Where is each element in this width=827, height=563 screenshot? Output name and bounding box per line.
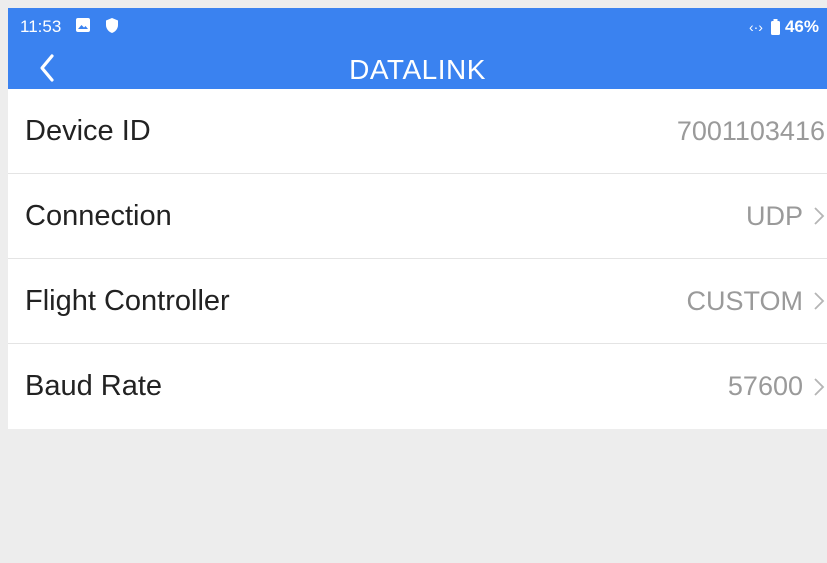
battery-indicator: 46%: [770, 17, 819, 37]
setting-row-connection[interactable]: Connection UDP: [8, 174, 827, 259]
page-title: DATALINK: [349, 54, 486, 85]
app-bar: 11:53 ‹·› 46% DATALINK: [8, 8, 827, 89]
status-time: 11:53: [20, 17, 62, 36]
setting-value-wrap: CUSTOM: [686, 286, 827, 317]
battery-icon: [770, 19, 780, 35]
chevron-right-icon: [814, 292, 825, 310]
shield-icon: [106, 18, 118, 33]
title-bar: DATALINK: [8, 46, 827, 89]
setting-row-baud-rate[interactable]: Baud Rate 57600: [8, 344, 827, 429]
data-transfer-icon: ‹·›: [748, 19, 763, 35]
setting-row-device-id: Device ID 7001103416: [8, 89, 827, 174]
setting-label: Device ID: [25, 114, 151, 147]
setting-label: Flight Controller: [25, 284, 230, 317]
setting-value-wrap: UDP: [746, 201, 827, 232]
setting-label: Connection: [25, 199, 172, 232]
screen: 11:53 ‹·› 46% DATALINK Device ID 7001103…: [0, 0, 827, 563]
setting-value: UDP: [745, 200, 803, 231]
gallery-icon: [76, 18, 90, 32]
chevron-right-icon: [814, 207, 825, 225]
setting-value-wrap: 57600: [728, 371, 827, 402]
setting-value: 57600: [727, 371, 803, 401]
setting-value: CUSTOM: [686, 285, 803, 316]
chevron-right-icon: [814, 377, 825, 396]
status-bar: 11:53 ‹·› 46%: [8, 8, 827, 46]
status-right: ‹·› 46%: [749, 17, 819, 37]
setting-value: 7001103416: [676, 115, 825, 146]
setting-value-wrap: 7001103416: [677, 116, 827, 147]
setting-label: Baud Rate: [25, 370, 163, 402]
setting-row-flight-controller[interactable]: Flight Controller CUSTOM: [8, 259, 827, 344]
battery-level: 46%: [784, 17, 819, 36]
settings-list: Device ID 7001103416 Connection UDP Flig…: [8, 89, 827, 429]
